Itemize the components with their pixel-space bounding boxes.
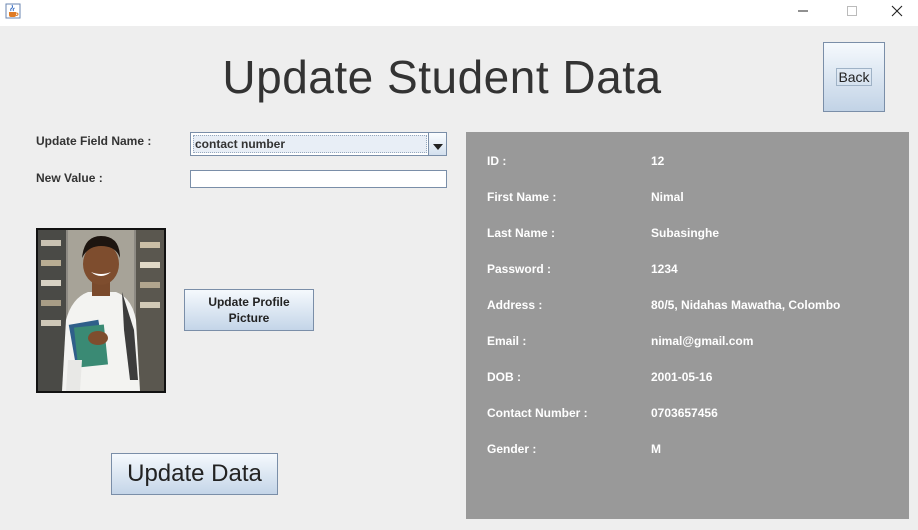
detail-label-password: Password : [487, 262, 552, 276]
java-coffee-cup-icon [5, 3, 21, 19]
detail-value-email: nimal@gmail.com [651, 334, 754, 348]
detail-value-last-name: Subasinghe [651, 226, 720, 240]
student-details-panel: ID : 12 First Name : Nimal Last Name : S… [466, 132, 909, 519]
main-frame: Update Student Data Back Update Field Na… [0, 26, 918, 530]
window-titlebar [0, 0, 918, 26]
maximize-button[interactable] [829, 0, 875, 22]
detail-label-gender: Gender : [487, 442, 537, 456]
detail-label-first-name: First Name : [487, 190, 557, 204]
detail-value-address: 80/5, Nidahas Mawatha, Colombo [651, 298, 841, 312]
detail-value-id: 12 [651, 154, 665, 168]
update-data-button[interactable]: Update Data [111, 453, 278, 495]
maximize-icon [846, 2, 858, 21]
detail-label-dob: DOB : [487, 370, 521, 384]
detail-value-dob: 2001-05-16 [651, 370, 713, 384]
update-profile-picture-button[interactable]: Update Profile Picture [184, 289, 314, 331]
close-button[interactable] [874, 0, 918, 22]
page-title: Update Student Data [222, 51, 662, 103]
chevron-down-icon [432, 135, 443, 154]
field-name-label: Update Field Name : [36, 134, 152, 148]
detail-label-contact-number: Contact Number : [487, 406, 588, 420]
minimize-button[interactable] [780, 0, 826, 22]
field-name-selected: contact number [193, 135, 427, 153]
detail-value-contact-number: 0703657456 [651, 406, 718, 420]
detail-label-address: Address : [487, 298, 543, 312]
dropdown-toggle[interactable] [428, 133, 446, 155]
back-button-label: Back [836, 68, 872, 86]
new-value-label: New Value : [36, 171, 103, 185]
close-icon [891, 2, 903, 21]
detail-value-first-name: Nimal [651, 190, 684, 204]
new-value-input[interactable] [190, 170, 447, 188]
detail-label-id: ID : [487, 154, 507, 168]
detail-label-last-name: Last Name : [487, 226, 556, 240]
detail-label-email: Email : [487, 334, 527, 348]
minimize-icon [797, 2, 809, 21]
field-name-dropdown[interactable]: contact number [190, 132, 447, 156]
detail-value-password: 1234 [651, 262, 678, 276]
detail-value-gender: M [651, 442, 661, 456]
profile-picture [36, 228, 166, 393]
back-button[interactable]: Back [823, 42, 885, 112]
